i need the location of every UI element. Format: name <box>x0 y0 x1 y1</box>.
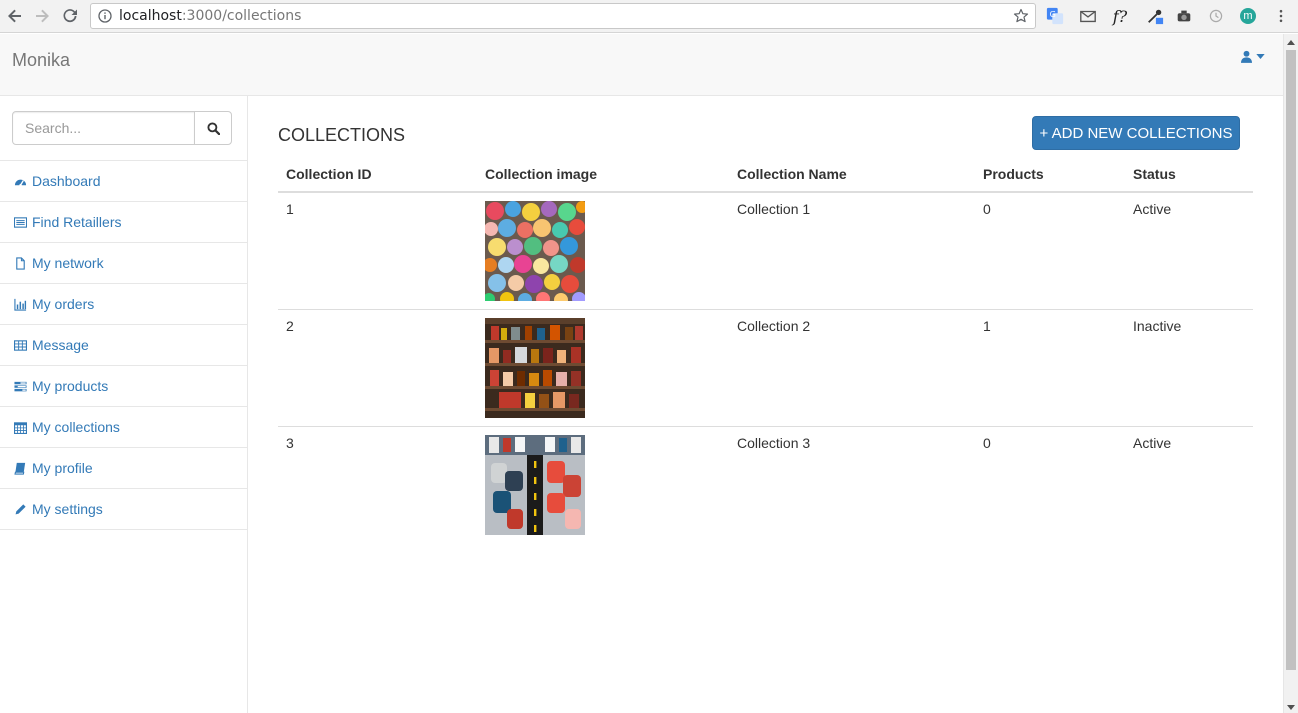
sidebar-item-my-orders[interactable]: My orders <box>0 284 247 325</box>
sidebar-item-label: My network <box>32 255 104 271</box>
collection-products: 0 <box>975 426 1125 544</box>
dashboard-icon <box>12 174 28 188</box>
forward-icon[interactable] <box>31 5 53 27</box>
file-icon <box>12 256 28 270</box>
collection-name: Collection 1 <box>737 201 811 217</box>
collection-name: Collection 2 <box>729 309 975 427</box>
collection-id: 3 <box>278 426 477 544</box>
url-host: localhost <box>119 8 182 24</box>
formula-icon[interactable]: f? <box>1110 6 1130 26</box>
sidebar-search <box>12 111 232 145</box>
shelves-image[interactable] <box>485 318 585 418</box>
sidebar-item-dashboard[interactable]: Dashboard <box>0 161 247 202</box>
address-bar[interactable]: localhost:3000/collections <box>90 3 1036 29</box>
sidebar-menu: Dashboard Find Retaillers My network My … <box>0 160 247 530</box>
bar-chart-icon <box>12 297 28 311</box>
browser-toolbar: localhost:3000/collections G f? m <box>0 0 1298 33</box>
list-icon <box>12 215 28 229</box>
sidebar-item-label: My orders <box>32 296 95 312</box>
profile-icon[interactable]: m <box>1238 6 1258 26</box>
sidebar-item-my-products[interactable]: My products <box>0 366 247 407</box>
scrollbar-thumb[interactable] <box>1286 50 1296 670</box>
colorful-balls-image[interactable] <box>485 201 585 301</box>
svg-text:G: G <box>1050 9 1056 19</box>
search-icon <box>206 121 220 135</box>
sidebar-item-label: My settings <box>32 501 103 517</box>
collection-id: 2 <box>278 309 477 427</box>
table-header-row: Collection ID Collection image Collectio… <box>278 155 1253 193</box>
collection-image-cell <box>477 309 729 427</box>
table-icon <box>12 338 28 352</box>
back-icon[interactable] <box>4 5 26 27</box>
search-input[interactable] <box>12 111 195 145</box>
translate-icon[interactable]: G <box>1045 6 1065 26</box>
column-header: Status <box>1125 155 1253 193</box>
column-header: Collection ID <box>278 155 477 193</box>
url-text: localhost:3000/collections <box>119 8 301 24</box>
toy-cars-image[interactable] <box>485 435 585 535</box>
caret-down-icon <box>1256 53 1265 59</box>
add-new-collection-button[interactable]: + ADD NEW COLLECTIONS <box>1032 116 1240 150</box>
collection-products: 1 <box>975 309 1125 427</box>
collection-id: 1 <box>286 201 294 217</box>
scroll-down-icon[interactable] <box>1287 705 1295 710</box>
info-icon[interactable] <box>98 9 112 23</box>
sidebar-item-label: Find Retaillers <box>32 214 122 230</box>
collection-status: Active <box>1133 201 1172 217</box>
camera-icon[interactable] <box>1174 6 1194 26</box>
sidebar-item-label: My profile <box>32 460 93 476</box>
column-header: Collection image <box>477 155 729 193</box>
collection-image-cell <box>477 426 729 544</box>
profile-initial: m <box>1240 8 1256 24</box>
sidebar-item-my-network[interactable]: My network <box>0 243 247 284</box>
sidebar-item-label: Message <box>32 337 89 353</box>
scroll-up-icon[interactable] <box>1287 40 1295 45</box>
star-icon[interactable] <box>1013 8 1029 24</box>
url-path: :3000/collections <box>181 8 302 24</box>
page-title: COLLECTIONS <box>278 125 406 145</box>
user-icon <box>1241 50 1252 63</box>
reload-icon[interactable] <box>59 5 81 27</box>
collection-products: 0 <box>983 201 991 217</box>
collections-table: Collection ID Collection image Collectio… <box>278 155 1253 544</box>
clock-icon[interactable] <box>1206 6 1226 26</box>
gmail-icon[interactable] <box>1078 6 1098 26</box>
sidebar-item-my-settings[interactable]: My settings <box>0 489 247 530</box>
tasks-icon <box>12 379 28 393</box>
sidebar-item-find-retaillers[interactable]: Find Retaillers <box>0 202 247 243</box>
sidebar: Dashboard Find Retaillers My network My … <box>0 96 248 713</box>
pencil-icon <box>12 502 28 516</box>
sidebar-item-my-collections[interactable]: My collections <box>0 407 247 448</box>
collection-status: Inactive <box>1125 309 1253 427</box>
table-row[interactable]: 1 Collection 1 0 Active <box>278 192 1253 310</box>
collection-status: Active <box>1125 426 1253 544</box>
brand-name[interactable]: Monika <box>12 50 70 71</box>
sidebar-item-message[interactable]: Message <box>0 325 247 366</box>
table-row[interactable]: 3 Collection 3 0 Active <box>278 426 1253 544</box>
user-menu-toggle[interactable] <box>1241 48 1271 64</box>
more-icon[interactable] <box>1271 6 1291 26</box>
sidebar-item-label: My products <box>32 378 109 394</box>
table-row[interactable]: 2 Collection 2 1 Inactive <box>278 309 1253 427</box>
column-header: Products <box>975 155 1125 193</box>
sidebar-item-label: My collections <box>32 419 120 435</box>
collection-image-cell <box>477 192 729 310</box>
page-scrollbar[interactable] <box>1283 34 1298 713</box>
sidebar-item-my-profile[interactable]: My profile <box>0 448 247 489</box>
book-icon <box>12 461 28 475</box>
app-navbar: Monika <box>0 34 1283 96</box>
sidebar-item-label: Dashboard <box>32 173 101 189</box>
search-button[interactable] <box>194 111 232 145</box>
eyedropper-icon[interactable] <box>1145 6 1165 26</box>
collection-name: Collection 3 <box>729 426 975 544</box>
column-header: Collection Name <box>729 155 975 193</box>
calendar-icon <box>12 420 28 434</box>
